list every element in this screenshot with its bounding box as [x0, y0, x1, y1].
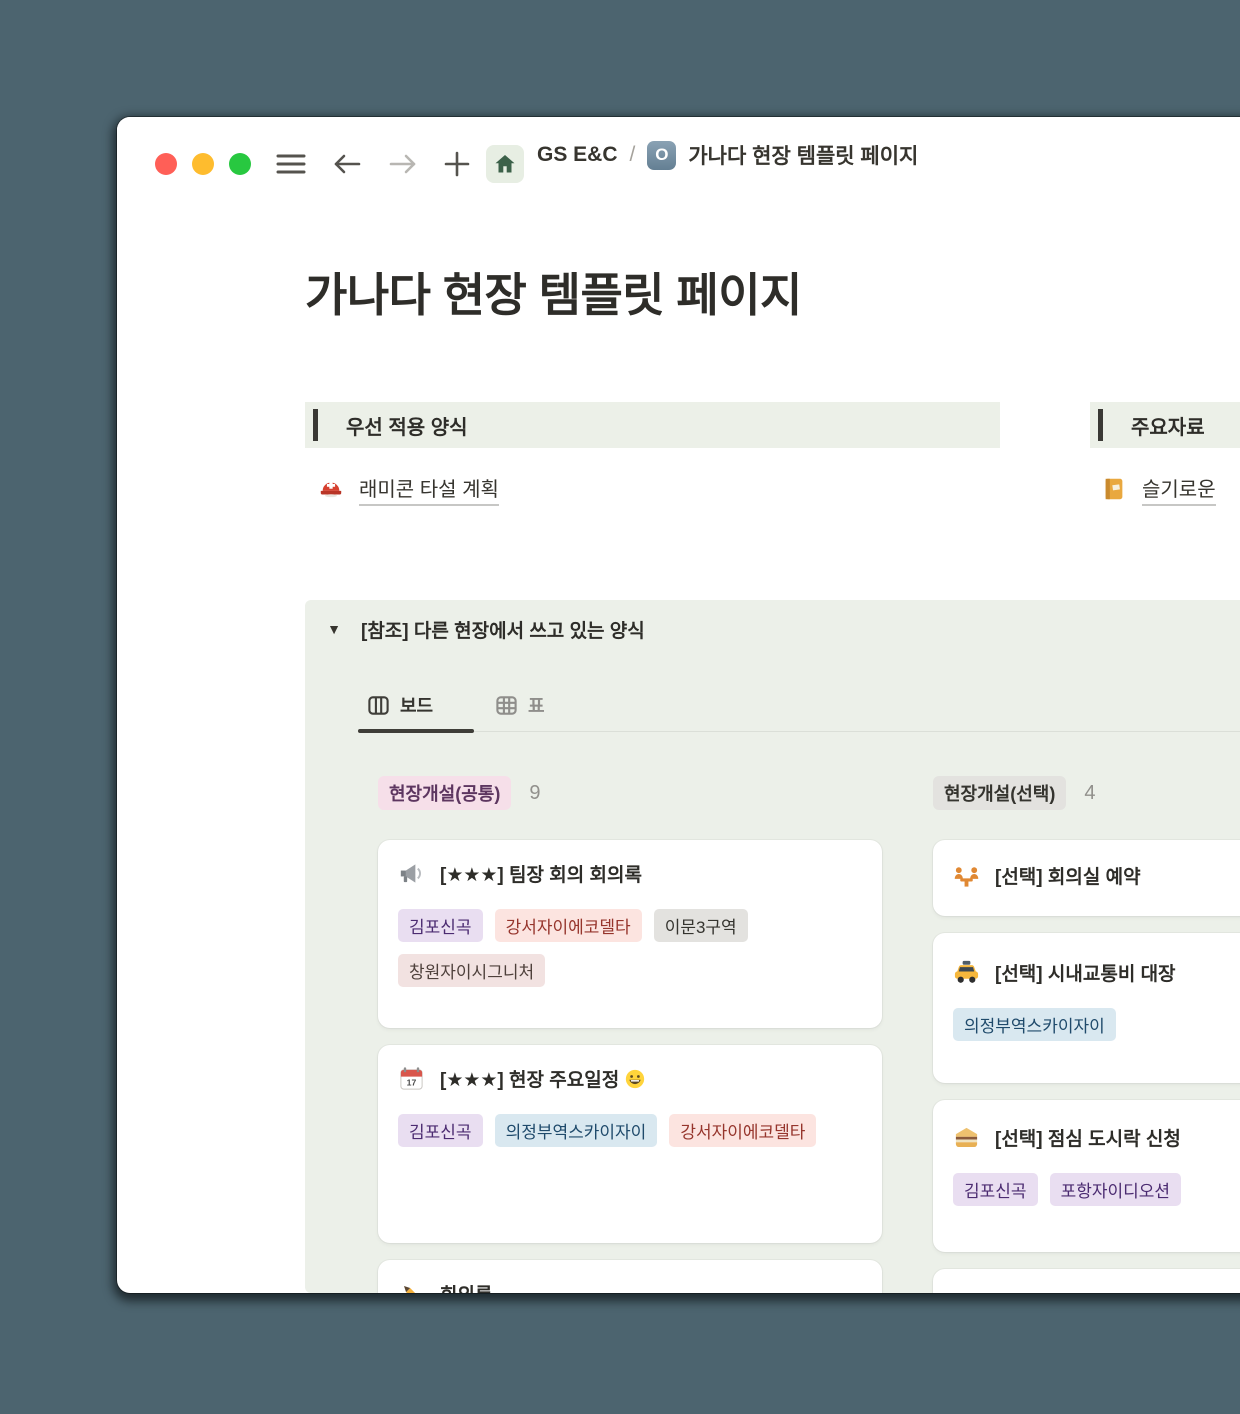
- tag: 강서자이에코델타: [669, 1114, 816, 1147]
- tabs-divider: [358, 731, 1240, 732]
- tag: 의정부역스카이자이: [953, 1008, 1116, 1041]
- tab-table-view[interactable]: 표: [495, 692, 545, 718]
- board-column-header-common: 현장개설(공통) 9: [378, 776, 540, 810]
- tag: 창원자이시그니처: [398, 954, 545, 987]
- card-meeting-room-booking[interactable]: [선택] 회의실 예약: [933, 840, 1240, 916]
- toggle-collapse-button[interactable]: ▼: [317, 612, 351, 646]
- doc-link-label[interactable]: 래미콘 타설 계획: [359, 473, 499, 506]
- sidebar-menu-button[interactable]: [275, 148, 307, 180]
- tab-label: 보드: [400, 692, 433, 718]
- table-view-icon: [495, 694, 518, 717]
- new-tab-button[interactable]: [441, 148, 473, 180]
- pencil-icon: [398, 1280, 425, 1293]
- card-clipped[interactable]: [선택]: [933, 1269, 1240, 1293]
- doc-link-wise[interactable]: 슬기로운: [1100, 471, 1216, 507]
- plus-icon: [444, 151, 470, 177]
- card-site-key-schedule[interactable]: 17 [★★★] 현장 주요일정: [378, 1045, 882, 1243]
- board-column-optional: [선택] 회의실 예약 [선택] 시내: [933, 840, 1240, 1293]
- breadcrumb-page-title[interactable]: 가나다 현장 템플릿 페이지: [688, 140, 918, 170]
- forward-button[interactable]: [387, 148, 419, 180]
- callout-heading: 우선 적용 양식: [346, 411, 468, 440]
- window-topbar: GS E&C / O 가나다 현장 템플릿 페이지: [117, 117, 1240, 193]
- callout-heading: 주요자료: [1131, 411, 1205, 440]
- quote-bar: [1098, 409, 1103, 441]
- tag: 김포신곡: [398, 909, 483, 942]
- ledger-icon: [1100, 476, 1127, 503]
- card-title: [선택] 시내교통비 대장: [995, 959, 1176, 986]
- toggle-block-reference-forms: ▼ [참조] 다른 현장에서 쓰고 있는 양식 보드 표: [305, 600, 1240, 1293]
- card-meeting-minutes[interactable]: 회의록: [378, 1260, 882, 1293]
- sandwich-icon: [953, 1124, 980, 1151]
- loudspeaker-icon: [398, 860, 425, 887]
- callout-priority-forms: 우선 적용 양식: [305, 402, 1000, 448]
- hamburger-icon: [276, 152, 306, 176]
- doc-link-remicon-plan[interactable]: 래미콘 타설 계획: [317, 471, 499, 507]
- meeting-icon: [953, 862, 980, 889]
- column-group-chip[interactable]: 현장개설(공통): [378, 776, 511, 810]
- home-button[interactable]: [486, 145, 524, 183]
- card-title: [선택] 점심 도시락 신청: [995, 1124, 1181, 1151]
- card-city-transport-ledger[interactable]: [선택] 시내교통비 대장 의정부역스카이자이: [933, 933, 1240, 1083]
- taxi-icon: [953, 959, 980, 986]
- calendar-icon: 17: [398, 1065, 425, 1092]
- tag: 김포신곡: [953, 1173, 1038, 1206]
- column-card-count: 4: [1084, 782, 1095, 805]
- close-window-button[interactable]: [155, 153, 177, 175]
- desktop-background: { "colors": { "desktop_bg": "#4c646f", "…: [0, 0, 1240, 1414]
- forward-arrow-icon: [389, 152, 417, 176]
- grinning-face-emoji: [624, 1068, 646, 1090]
- toggle-row[interactable]: ▼ [참조] 다른 현장에서 쓰고 있는 양식: [317, 612, 645, 646]
- breadcrumb-separator: /: [630, 143, 636, 167]
- page-title: 가나다 현장 템플릿 페이지: [305, 259, 802, 325]
- breadcrumb-workspace[interactable]: GS E&C: [537, 143, 618, 167]
- card-tags: 김포신곡 의정부역스카이자이 강서자이에코델타: [398, 1114, 862, 1147]
- triangle-down-icon: ▼: [327, 621, 341, 637]
- board-column-common: [★★★] 팀장 회의 회의록 김포신곡 강서자이에코델타 이문3구역 창원자이…: [378, 840, 882, 1293]
- card-lunchbox-request[interactable]: [선택] 점심 도시락 신청 김포신곡 포항자이디오션: [933, 1100, 1240, 1252]
- page-icon[interactable]: O: [647, 141, 676, 170]
- tab-board-view[interactable]: 보드: [367, 692, 433, 718]
- quote-bar: [313, 409, 318, 441]
- tag: 강서자이에코델타: [495, 909, 642, 942]
- card-tags: 김포신곡 포항자이디오션: [953, 1173, 1240, 1206]
- column-card-count: 9: [529, 782, 540, 805]
- toggle-label[interactable]: [참조] 다른 현장에서 쓰고 있는 양식: [361, 616, 645, 643]
- card-title: [★★★] 현장 주요일정: [440, 1065, 646, 1092]
- tab-label: 표: [528, 692, 545, 718]
- board-column-header-optional: 현장개설(선택) 4: [933, 776, 1095, 810]
- breadcrumb: GS E&C / O 가나다 현장 템플릿 페이지: [537, 117, 918, 193]
- tag: 의정부역스카이자이: [495, 1114, 658, 1147]
- column-group-chip[interactable]: 현장개설(선택): [933, 776, 1066, 810]
- card-tags: 김포신곡 강서자이에코델타 이문3구역 창원자이시그니처: [398, 909, 862, 987]
- card-team-meeting-minutes[interactable]: [★★★] 팀장 회의 회의록 김포신곡 강서자이에코델타 이문3구역 창원자이…: [378, 840, 882, 1028]
- card-title: [선택] 회의실 예약: [995, 862, 1141, 889]
- card-title: [★★★] 팀장 회의 회의록: [440, 860, 642, 887]
- callout-key-materials: 주요자료: [1090, 402, 1240, 448]
- card-title: 회의록: [440, 1280, 492, 1293]
- app-window: GS E&C / O 가나다 현장 템플릿 페이지 가나다 현장 템플릿 페이지…: [117, 117, 1240, 1293]
- minimize-window-button[interactable]: [192, 153, 214, 175]
- svg-text:17: 17: [407, 1078, 417, 1088]
- card-tags: 의정부역스카이자이: [953, 1008, 1240, 1041]
- helmet-icon: [317, 476, 344, 503]
- back-button[interactable]: [331, 148, 363, 180]
- tag: 김포신곡: [398, 1114, 483, 1147]
- zoom-window-button[interactable]: [229, 153, 251, 175]
- home-icon: [493, 152, 517, 176]
- doc-link-label[interactable]: 슬기로운: [1142, 473, 1216, 506]
- board-view-icon: [367, 694, 390, 717]
- tag: 이문3구역: [654, 909, 748, 942]
- tag: 포항자이디오션: [1050, 1173, 1181, 1206]
- back-arrow-icon: [333, 152, 361, 176]
